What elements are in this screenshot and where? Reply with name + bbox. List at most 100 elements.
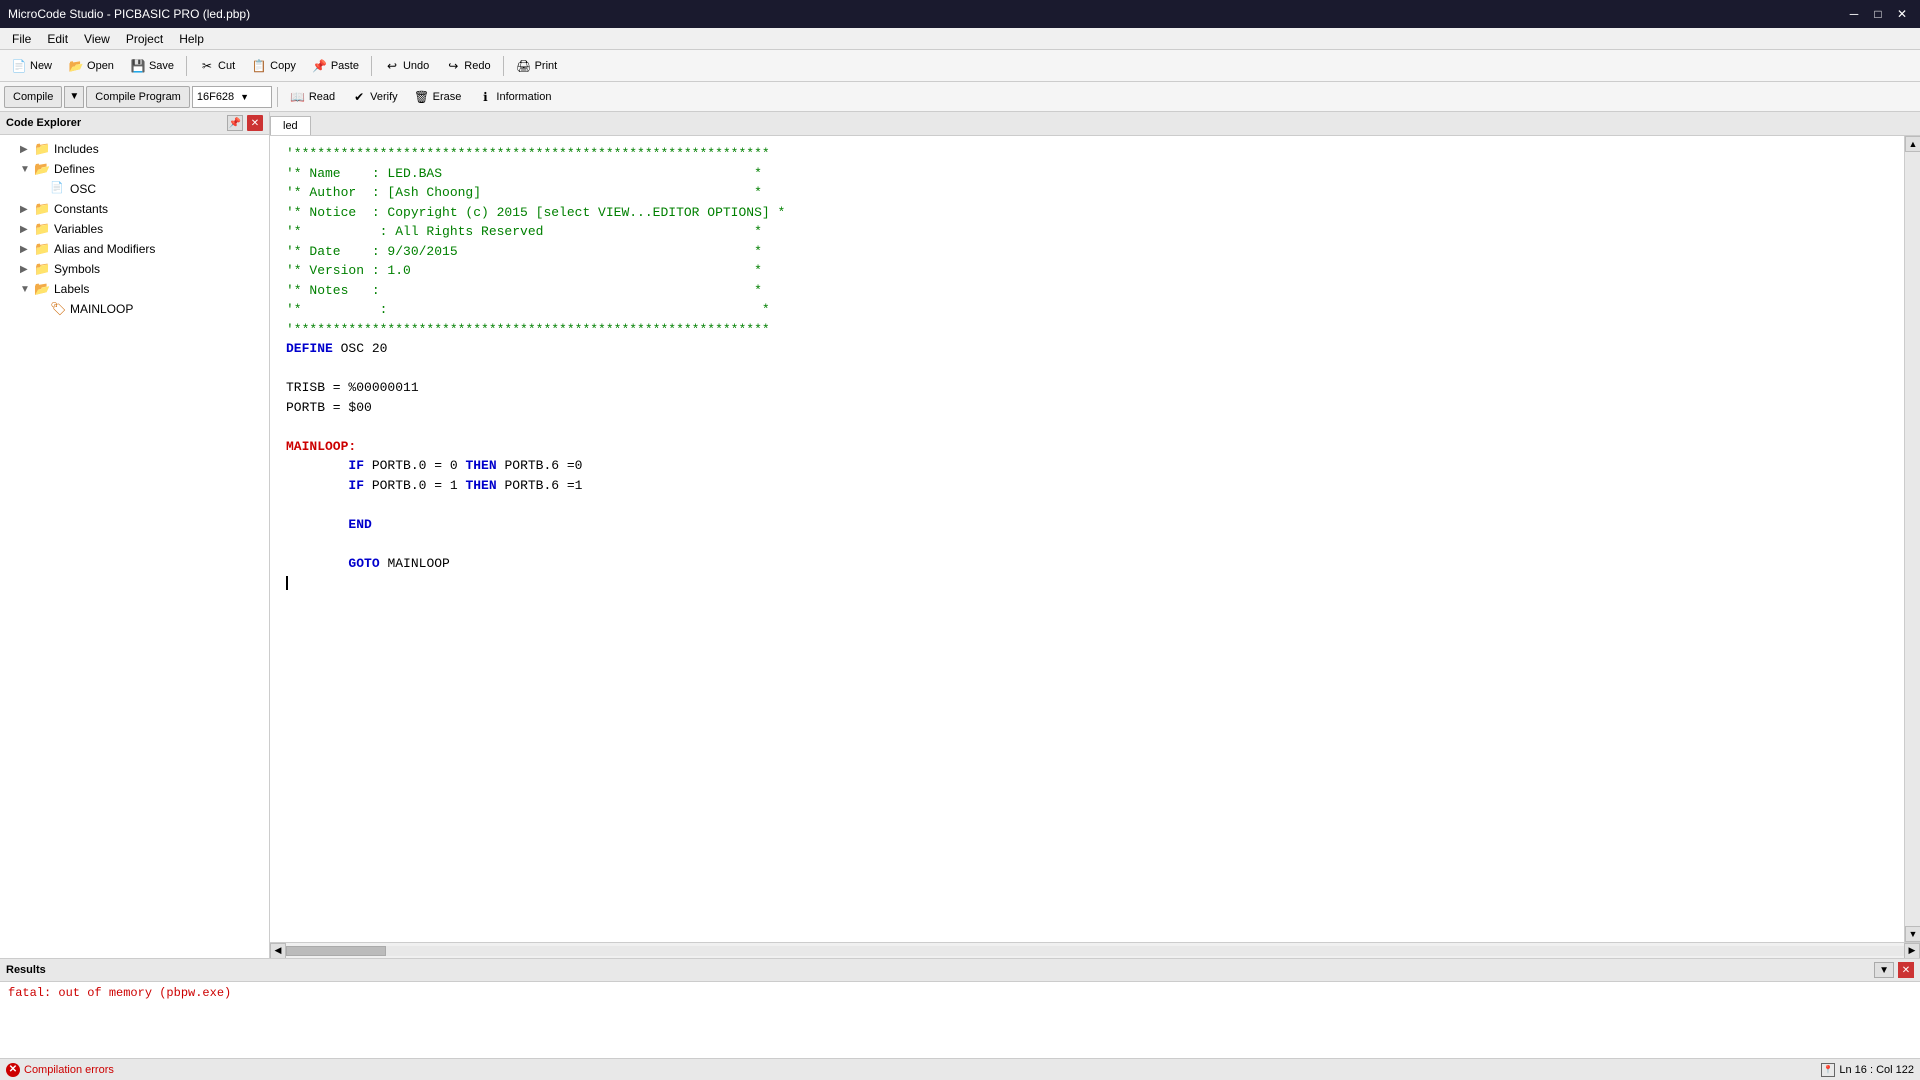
verify-label: Verify — [370, 91, 398, 103]
open-button[interactable]: 📂 Open — [61, 54, 121, 78]
folder-icon-constants: 📁 — [34, 201, 50, 217]
sidebar-tree: ▶ 📁 Includes ▼ 📂 Defines 📄 OSC — [0, 135, 269, 958]
expand-icon-labels: ▼ — [20, 284, 34, 295]
sidebar-item-variables[interactable]: ▶ 📁 Variables — [0, 219, 269, 239]
save-label: Save — [149, 60, 174, 72]
scroll-down-button[interactable]: ▼ — [1905, 926, 1920, 942]
compile-label: Compile — [13, 91, 53, 103]
compile-program-button[interactable]: Compile Program — [86, 86, 190, 108]
paste-button[interactable]: 📌 Paste — [305, 54, 366, 78]
print-button[interactable]: 🖨 Print — [509, 54, 565, 78]
copy-button[interactable]: 📋 Copy — [244, 54, 303, 78]
sidebar-header: Code Explorer 📌 ✕ — [0, 112, 269, 135]
sidebar-item-labels[interactable]: ▼ 📂 Labels — [0, 279, 269, 299]
results-header: Results ▼ ✕ — [0, 959, 1920, 982]
results-controls: ▼ ✕ — [1874, 962, 1914, 978]
editor-vscroll: ▲ ▼ — [1904, 136, 1920, 942]
read-icon: 📖 — [290, 89, 306, 105]
scroll-up-button[interactable]: ▲ — [1905, 136, 1920, 152]
compile-button[interactable]: Compile — [4, 86, 62, 108]
separator-3 — [503, 56, 504, 76]
save-icon: 💾 — [130, 58, 146, 74]
expand-icon-includes: ▶ — [20, 144, 34, 155]
information-button[interactable]: ℹ Information — [470, 85, 558, 109]
information-icon: ℹ — [477, 89, 493, 105]
minimize-button[interactable]: ─ — [1844, 5, 1864, 23]
expand-icon-variables: ▶ — [20, 224, 34, 235]
menu-edit[interactable]: Edit — [39, 30, 76, 48]
sidebar-item-includes[interactable]: ▶ 📁 Includes — [0, 139, 269, 159]
title-bar-controls: ─ □ ✕ — [1844, 5, 1912, 23]
cut-button[interactable]: ✂ Cut — [192, 54, 242, 78]
scroll-left-button[interactable]: ◀ — [270, 943, 286, 959]
folder-icon-defines: 📂 — [34, 161, 50, 177]
editor-tab-led[interactable]: led — [270, 116, 311, 135]
sidebar-item-mainloop[interactable]: 🏷 MAINLOOP — [0, 299, 269, 319]
sidebar-title: Code Explorer — [6, 117, 81, 129]
results-dropdown-button[interactable]: ▼ — [1874, 962, 1894, 978]
sidebar-item-alias[interactable]: ▶ 📁 Alias and Modifiers — [0, 239, 269, 259]
new-button[interactable]: 📄 New — [4, 54, 59, 78]
scroll-thumb-h[interactable] — [286, 946, 386, 956]
erase-button[interactable]: 🗑 Erase — [407, 85, 469, 109]
menu-view[interactable]: View — [76, 30, 118, 48]
open-label: Open — [87, 60, 114, 72]
editor-wrapper: '***************************************… — [270, 136, 1920, 942]
expand-icon-constants: ▶ — [20, 204, 34, 215]
sidebar-item-label-mainloop: MAINLOOP — [70, 302, 133, 316]
new-label: New — [30, 60, 52, 72]
position-icon: 📍 — [1821, 1063, 1835, 1077]
editor-content[interactable]: '***************************************… — [270, 136, 1904, 942]
menu-file[interactable]: File — [4, 30, 39, 48]
verify-button[interactable]: ✔ Verify — [344, 85, 405, 109]
read-label: Read — [309, 91, 335, 103]
new-icon: 📄 — [11, 58, 27, 74]
maximize-button[interactable]: □ — [1868, 5, 1888, 23]
scroll-track-h[interactable] — [286, 946, 1904, 956]
menu-project[interactable]: Project — [118, 30, 171, 48]
cut-icon: ✂ — [199, 58, 215, 74]
redo-label: Redo — [464, 60, 490, 72]
save-button[interactable]: 💾 Save — [123, 54, 181, 78]
results-error-text: fatal: out of memory (pbpw.exe) — [8, 986, 231, 1000]
folder-icon-symbols: 📁 — [34, 261, 50, 277]
undo-button[interactable]: ↩ Undo — [377, 54, 436, 78]
sidebar-item-label-labels: Labels — [54, 282, 89, 296]
sidebar-pin-button[interactable]: 📌 — [227, 115, 243, 131]
chip-dropdown-icon: ▼ — [240, 92, 249, 102]
erase-icon: 🗑 — [414, 89, 430, 105]
results-close-button[interactable]: ✕ — [1898, 962, 1914, 978]
read-button[interactable]: 📖 Read — [283, 85, 342, 109]
folder-icon-labels: 📂 — [34, 281, 50, 297]
chip-selector[interactable]: 16F628 ▼ — [192, 86, 272, 108]
cut-label: Cut — [218, 60, 235, 72]
close-button[interactable]: ✕ — [1892, 5, 1912, 23]
sidebar-item-label-symbols: Symbols — [54, 262, 100, 276]
separator-t2-1 — [277, 87, 278, 107]
copy-label: Copy — [270, 60, 296, 72]
editor-scrollbar-h: ◀ ▶ — [270, 942, 1920, 958]
results-title: Results — [6, 964, 46, 976]
sidebar-header-controls: 📌 ✕ — [227, 115, 263, 131]
status-position: Ln 16 : Col 122 — [1839, 1064, 1914, 1076]
scroll-track-v[interactable] — [1905, 152, 1920, 926]
results-panel: Results ▼ ✕ fatal: out of memory (pbpw.e… — [0, 958, 1920, 1058]
redo-button[interactable]: ↪ Redo — [438, 54, 497, 78]
toolbar2: Compile ▼ Compile Program 16F628 ▼ 📖 Rea… — [0, 82, 1920, 112]
menu-bar: File Edit View Project Help — [0, 28, 1920, 50]
sidebar-item-osc[interactable]: 📄 OSC — [0, 179, 269, 199]
menu-help[interactable]: Help — [171, 30, 212, 48]
expand-icon-symbols: ▶ — [20, 264, 34, 275]
redo-icon: ↪ — [445, 58, 461, 74]
sidebar-item-symbols[interactable]: ▶ 📁 Symbols — [0, 259, 269, 279]
sidebar-close-button[interactable]: ✕ — [247, 115, 263, 131]
scroll-right-button[interactable]: ▶ — [1904, 943, 1920, 959]
sidebar-item-label-includes: Includes — [54, 142, 99, 156]
expand-icon-alias: ▶ — [20, 244, 34, 255]
editor-area: led '***********************************… — [270, 112, 1920, 958]
results-content: fatal: out of memory (pbpw.exe) — [0, 982, 1920, 1058]
sidebar-item-defines[interactable]: ▼ 📂 Defines — [0, 159, 269, 179]
copy-icon: 📋 — [251, 58, 267, 74]
compile-dropdown[interactable]: ▼ — [64, 86, 84, 108]
sidebar-item-constants[interactable]: ▶ 📁 Constants — [0, 199, 269, 219]
